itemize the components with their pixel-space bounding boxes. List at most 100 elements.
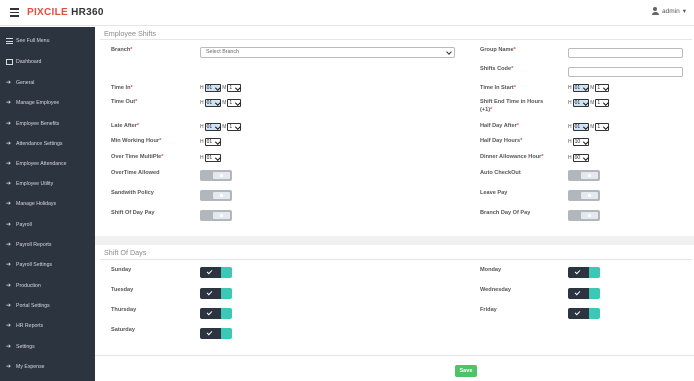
overtime-allowed-toggle[interactable] bbox=[200, 170, 232, 181]
shift-end-minute-select[interactable]: 1 bbox=[595, 99, 610, 107]
section-divider bbox=[100, 39, 692, 40]
sidebar-item-portal-settings[interactable]: ➔ Portal Settings bbox=[0, 297, 95, 315]
dinner-allowance-select[interactable]: 00 bbox=[572, 154, 590, 162]
user-name: admin bbox=[662, 7, 680, 15]
sidebar-item-payroll-reports[interactable]: ➔ Payroll Reports bbox=[0, 236, 95, 254]
arrow-right-icon: ➔ bbox=[6, 222, 12, 228]
sunday-switch[interactable] bbox=[200, 267, 232, 278]
time-in-start-hour-select[interactable]: 01 bbox=[572, 84, 590, 92]
branch-label: Branch* bbox=[111, 47, 133, 53]
auto-checkout-toggle[interactable] bbox=[568, 170, 600, 181]
half-day-after-minute-select[interactable]: 1 bbox=[595, 123, 610, 131]
hamburger-menu-icon[interactable] bbox=[10, 8, 19, 17]
shift-off-day-pay-toggle[interactable] bbox=[200, 210, 232, 221]
sidebar-item-label: My Expense bbox=[16, 364, 45, 370]
half-day-hours-select[interactable]: 10 bbox=[572, 138, 590, 146]
sidebar-item-settings[interactable]: ➔ Settings bbox=[0, 338, 95, 356]
shift-end-time-picker: H 01 M1 bbox=[568, 99, 610, 107]
sidebar-item-label: Employee Utility bbox=[16, 181, 54, 187]
branch-day-off-pay-toggle[interactable] bbox=[568, 210, 600, 221]
time-in-hour-select[interactable]: 01 bbox=[204, 84, 222, 92]
arrow-right-icon: ➔ bbox=[6, 242, 12, 248]
sidebar-item-employee-utility[interactable]: ➔ Employee Utility bbox=[0, 175, 95, 193]
arrow-right-icon: ➔ bbox=[6, 161, 12, 167]
half-day-hours-label: Half Day Hours* bbox=[480, 138, 523, 144]
shift-end-time-label: Shift End Time in Hours bbox=[480, 99, 544, 105]
arrow-right-icon: ➔ bbox=[6, 80, 12, 86]
sidebar-item-payroll[interactable]: ➔ Payroll bbox=[0, 216, 95, 234]
sidebar-item-label: Payroll Reports bbox=[16, 242, 52, 248]
overtime-multiple-label: Over Time MultiPle* bbox=[111, 154, 164, 160]
arrow-right-icon: ➔ bbox=[6, 303, 12, 309]
day-label-thursday: Thursday bbox=[111, 307, 137, 313]
user-icon bbox=[651, 7, 659, 15]
sidebar-item-label: HR Reports bbox=[16, 323, 44, 329]
leave-pay-label: Leave Pay bbox=[480, 190, 508, 196]
sidebar-item-employee-benefits[interactable]: ➔ Employee Benefits bbox=[0, 115, 95, 133]
user-menu[interactable]: admin ▾ bbox=[651, 7, 686, 15]
day-label-friday: Friday bbox=[480, 307, 497, 313]
time-out-hour-select[interactable]: 01 bbox=[204, 99, 222, 107]
sandwith-policy-toggle[interactable] bbox=[200, 190, 232, 201]
time-out-minute-select[interactable]: 1 bbox=[227, 99, 242, 107]
sidebar-item-see-full-menu[interactable]: See Full Menu bbox=[0, 32, 95, 50]
friday-switch[interactable] bbox=[568, 308, 600, 319]
day-label-monday: Monday bbox=[480, 267, 502, 273]
wednesday-switch[interactable] bbox=[568, 288, 600, 299]
min-working-hour-picker: H 01 bbox=[200, 138, 222, 146]
saturday-switch[interactable] bbox=[200, 328, 232, 339]
sidebar-item-payroll-settings[interactable]: ➔ Payroll Settings bbox=[0, 256, 95, 274]
shift-end-hour-select[interactable]: 01 bbox=[572, 99, 590, 107]
sidebar-item-label: Production bbox=[16, 283, 41, 289]
group-name-input[interactable] bbox=[568, 48, 683, 58]
sidebar-item-label: See Full Menu bbox=[16, 38, 50, 44]
sidebar-item-general[interactable]: ➔ General bbox=[0, 74, 95, 92]
late-after-minute-select[interactable]: 1 bbox=[227, 123, 242, 131]
arrow-right-icon: ➔ bbox=[6, 181, 12, 187]
branch-select[interactable]: Select Branch bbox=[200, 47, 455, 58]
sidebar-item-manage-employee[interactable]: ➔ Manage Employee bbox=[0, 94, 95, 112]
sidebar-item-label: Attendance Settings bbox=[16, 141, 63, 147]
shifts-code-input[interactable] bbox=[568, 67, 683, 77]
save-button[interactable]: Save bbox=[455, 365, 477, 377]
time-in-label: Time In* bbox=[111, 85, 133, 91]
chevron-down-icon: ▾ bbox=[682, 8, 686, 15]
sidebar-item-label: Dashboard bbox=[16, 59, 42, 65]
half-day-after-hour-select[interactable]: 01 bbox=[572, 123, 590, 131]
section-title-shift-of-days: Shift Of Days bbox=[104, 248, 147, 257]
arrow-right-icon: ➔ bbox=[6, 364, 12, 370]
tuesday-switch[interactable] bbox=[200, 288, 232, 299]
monday-switch[interactable] bbox=[568, 267, 600, 278]
sidebar-item-employee-attendance[interactable]: ➔ Employee Attendance bbox=[0, 155, 95, 173]
arrow-right-icon: ➔ bbox=[6, 323, 12, 329]
dinner-allowance-label: Dinner Allowance Hour* bbox=[480, 154, 544, 160]
section-divider bbox=[100, 259, 692, 260]
sidebar-item-attendance-settings[interactable]: ➔ Attendance Settings bbox=[0, 135, 95, 153]
late-after-hour-select[interactable]: 01 bbox=[204, 123, 222, 131]
arrow-right-icon: ➔ bbox=[6, 100, 12, 106]
list-icon bbox=[6, 38, 13, 44]
sidebar-item-label: Employee Attendance bbox=[16, 161, 67, 167]
footer-divider bbox=[95, 355, 694, 356]
thursday-switch[interactable] bbox=[200, 308, 232, 319]
sidebar-item-label: Payroll bbox=[16, 222, 32, 228]
sidebar: See Full Menu Dashboard ➔ General ➔ Mana… bbox=[0, 27, 95, 381]
overtime-multiple-select[interactable]: 01 bbox=[204, 154, 222, 162]
sidebar-item-manage-holidays[interactable]: ➔ Manage Holidays bbox=[0, 195, 95, 213]
leave-pay-toggle[interactable] bbox=[568, 190, 600, 201]
monitor-icon bbox=[6, 59, 13, 65]
sidebar-item-dashboard[interactable]: Dashboard bbox=[0, 53, 95, 71]
late-after-picker: H 01 M1 bbox=[200, 123, 242, 131]
brand-logo[interactable]: PIXCILE HR360 bbox=[27, 7, 104, 18]
sidebar-item-hr-reports[interactable]: ➔ HR Reports bbox=[0, 317, 95, 335]
min-working-hour-select[interactable]: 01 bbox=[204, 138, 222, 146]
time-in-picker: H 01 M1 bbox=[200, 84, 242, 92]
branch-day-off-pay-label: Branch Day Of Pay bbox=[480, 210, 531, 216]
section-title-employee-shifts: Employee Shifts bbox=[104, 29, 156, 38]
time-in-minute-select[interactable]: 1 bbox=[227, 84, 242, 92]
sidebar-item-my-expense[interactable]: ➔ My Expense bbox=[0, 358, 95, 376]
sidebar-item-label: Payroll Settings bbox=[16, 262, 53, 268]
overtime-allowed-label: OverTime Allowed bbox=[111, 170, 160, 176]
sidebar-item-production[interactable]: ➔ Production bbox=[0, 277, 95, 295]
time-in-start-minute-select[interactable]: 1 bbox=[595, 84, 610, 92]
